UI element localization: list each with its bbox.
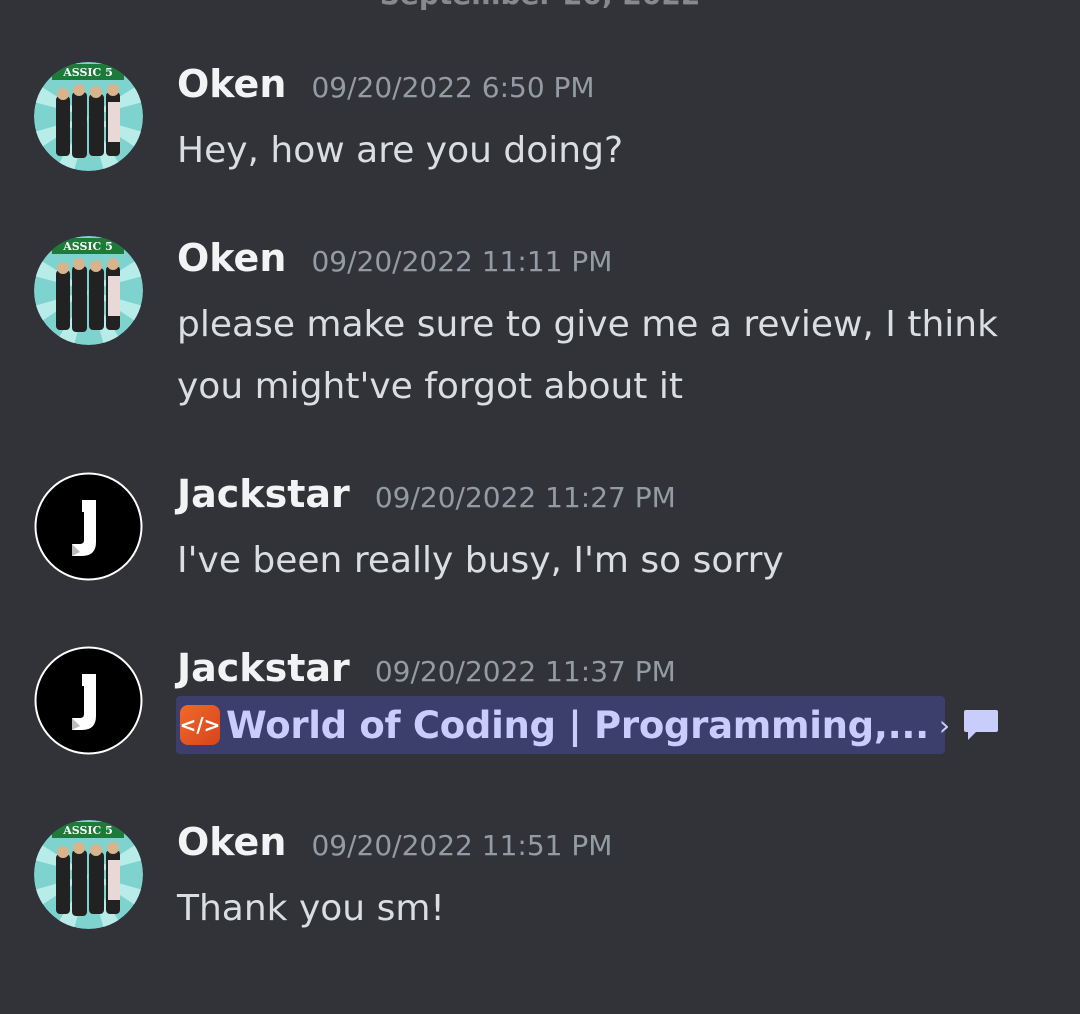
message-content: Thank you sm!	[177, 888, 445, 929]
oken-avatar[interactable]: ASSIC 5	[34, 820, 143, 929]
message-timestamp: 09/20/2022 11:51 PM	[311, 829, 613, 862]
avatar-banner-text: ASSIC 5	[62, 824, 113, 837]
oken-avatar[interactable]: ASSIC 5	[34, 62, 143, 171]
message-timestamp: 09/20/2022 11:37 PM	[374, 655, 676, 688]
jackstar-avatar[interactable]	[34, 646, 143, 755]
message-timestamp: 09/20/2022 11:11 PM	[311, 245, 613, 278]
speech-bubble-icon	[962, 708, 1000, 742]
avatar-banner-text: ASSIC 5	[62, 240, 113, 253]
message-author[interactable]: Oken	[177, 820, 286, 864]
avatar-banner-text: ASSIC 5	[62, 66, 113, 79]
message-content: Hey, how are you doing?	[177, 130, 624, 171]
message-content: I've been really busy, I'm so sorry	[177, 540, 784, 581]
message-author[interactable]: Oken	[177, 62, 286, 106]
oken-avatar[interactable]: ASSIC 5	[34, 236, 143, 345]
message-author[interactable]: Jackstar	[177, 472, 350, 516]
message-timestamp: 09/20/2022 6:50 PM	[311, 71, 595, 104]
date-divider: September 20, 2022	[0, 0, 1080, 11]
message-content: please make sure to give me a review, I …	[177, 304, 998, 407]
chat-view: September 20, 2022 ASSIC 5	[0, 0, 1080, 1014]
jackstar-avatar[interactable]	[34, 472, 143, 581]
message-author[interactable]: Oken	[177, 236, 286, 280]
chevron-right-icon: ›	[938, 708, 951, 742]
channel-link[interactable]: </> World of Coding | Programming,... ›	[176, 696, 999, 754]
server-icon: </>	[180, 705, 220, 745]
channel-link-text: World of Coding | Programming,...	[226, 703, 929, 747]
message-timestamp: 09/20/2022 11:27 PM	[374, 481, 676, 514]
message-author[interactable]: Jackstar	[177, 646, 350, 690]
